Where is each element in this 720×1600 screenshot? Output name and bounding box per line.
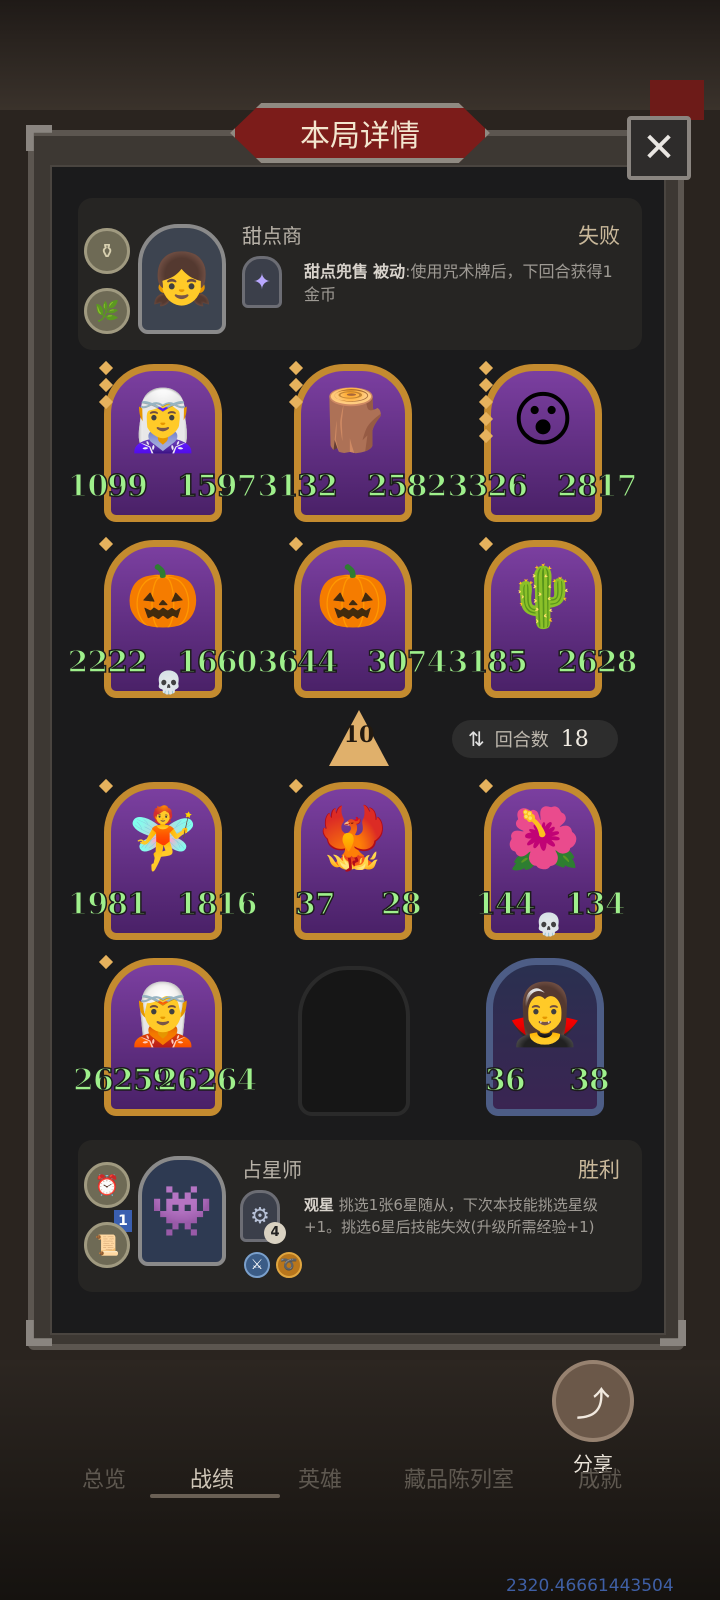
minion-health: 1660 bbox=[176, 644, 258, 681]
nav-tab-heroes[interactable]: 英雄 bbox=[298, 1462, 342, 1494]
star-diamonds bbox=[478, 536, 495, 556]
player-skill-text: 观星 挑选1张6星随从，下次本技能挑选星级+1。挑选6星后技能失效(升级所需经验… bbox=[304, 1194, 620, 1238]
minion-health: 26264 bbox=[156, 1062, 258, 1099]
minion-card[interactable]: 🎃 2222 1660 💀 bbox=[67, 536, 258, 698]
player-hero-portrait[interactable]: 👾 bbox=[138, 1156, 226, 1266]
minion-health: 3074 bbox=[366, 644, 448, 681]
minion-attack: 3326 bbox=[447, 468, 529, 505]
star-diamonds bbox=[288, 536, 305, 556]
share-icon: ⤴ bbox=[576, 1384, 610, 1425]
minion-card[interactable]: 😮 3326 2817 bbox=[447, 360, 638, 522]
minion-art: 🎃 bbox=[125, 562, 201, 632]
minion-art: 🎃 bbox=[315, 562, 391, 632]
nav-tab-achievements[interactable]: 成就 bbox=[578, 1462, 622, 1494]
opponent-hero-name: 甜点商 bbox=[242, 224, 302, 248]
nav-tab-collection[interactable]: 藏品陈列室 bbox=[404, 1462, 514, 1494]
clock-item-icon[interactable]: ⏰ bbox=[84, 1162, 130, 1208]
minion-health: 38 bbox=[568, 1062, 610, 1099]
minion-attack: 1099 bbox=[67, 468, 149, 505]
skill-type: 被动 bbox=[373, 262, 406, 281]
star-diamonds bbox=[288, 778, 305, 798]
minion-art: 😮 bbox=[511, 385, 575, 455]
nav-tab-overview[interactable]: 总览 bbox=[82, 1462, 126, 1494]
minion-health: 1816 bbox=[176, 886, 258, 923]
minion-art: 🌵 bbox=[505, 562, 581, 632]
garden-item-icon[interactable]: 🌿 bbox=[84, 288, 130, 334]
skull-icon: 💀 bbox=[155, 671, 183, 696]
minion-attack: 2222 bbox=[67, 644, 149, 681]
minion-art: 🐦‍🔥 bbox=[315, 804, 391, 874]
star-diamonds bbox=[98, 954, 115, 974]
minion-card[interactable]: 🌺 144 134 💀 bbox=[474, 778, 626, 940]
opponent-hero-portrait[interactable]: 👧 bbox=[138, 224, 226, 334]
empty-minion-slot bbox=[298, 966, 410, 1116]
minion-card[interactable]: 🐦‍🔥 37 28 bbox=[288, 778, 422, 940]
share-button[interactable]: ⤴ bbox=[552, 1360, 634, 1442]
minion-card[interactable]: 🌵 3185 2628 bbox=[447, 536, 638, 698]
minion-art: 🧝‍♀️ bbox=[125, 386, 201, 456]
minion-art: 🧚 bbox=[125, 804, 201, 874]
minion-card[interactable]: 🧛‍♀️ 36 38 bbox=[484, 958, 610, 1116]
minion-attack: 36 bbox=[484, 1062, 526, 1099]
skill-name: 甜点兜售 bbox=[304, 262, 369, 281]
minion-attack: 144 bbox=[474, 886, 536, 923]
minion-card[interactable]: 🪵 3132 2582 bbox=[257, 360, 448, 522]
trinket-icon[interactable]: ⚱ bbox=[84, 228, 130, 274]
minion-health: 1597 bbox=[176, 468, 258, 505]
minion-card[interactable]: 🧝 26259 26264 bbox=[72, 954, 258, 1116]
minion-card[interactable]: 🎃 3644 3074 bbox=[257, 536, 448, 698]
tier-value: 10 bbox=[343, 722, 375, 748]
minion-health: 2582 bbox=[366, 468, 448, 505]
horn-buff-icon[interactable]: ➰ bbox=[276, 1252, 302, 1278]
debug-coords: 2320.46661443504 bbox=[506, 1576, 674, 1596]
top-background bbox=[0, 0, 720, 110]
minion-art: 🧝 bbox=[125, 980, 201, 1050]
nav-tab-records[interactable]: 战绩 bbox=[190, 1462, 234, 1494]
minion-attack: 3644 bbox=[257, 644, 339, 681]
close-button[interactable]: ✕ bbox=[627, 116, 691, 180]
nav-active-indicator bbox=[150, 1494, 280, 1498]
rounds-value: 18 bbox=[560, 726, 589, 752]
minion-attack: 3185 bbox=[447, 644, 529, 681]
star-diamonds bbox=[98, 778, 115, 798]
player-hero-name: 占星师 bbox=[242, 1158, 302, 1182]
minion-art: 🪵 bbox=[315, 386, 391, 456]
opponent-skill-text: 甜点兜售 被动:使用咒术牌后，下回合获得1金币 bbox=[304, 260, 616, 306]
close-icon: ✕ bbox=[642, 125, 676, 171]
minion-card[interactable]: 🧝‍♀️ 1099 1597 bbox=[67, 360, 258, 522]
skull-icon: 💀 bbox=[535, 913, 563, 938]
minion-health: 28 bbox=[380, 886, 422, 923]
star-diamonds bbox=[478, 778, 495, 798]
minion-attack: 37 bbox=[294, 886, 336, 923]
rounds-label: 回合数 bbox=[494, 730, 549, 751]
minion-card[interactable]: 🧚 1981 1816 bbox=[67, 778, 258, 940]
opponent-result: 失败 bbox=[578, 224, 620, 248]
minion-art: 🧛‍♀️ bbox=[507, 980, 583, 1050]
minion-art: 🌺 bbox=[505, 804, 581, 874]
sword-buff-icon[interactable]: ⚔ bbox=[244, 1252, 270, 1278]
refresh-icon: ⇅ bbox=[468, 727, 485, 751]
book-item-icon[interactable]: 📜 bbox=[84, 1222, 130, 1268]
minion-health: 134 bbox=[564, 886, 626, 923]
opponent-skill-icon[interactable]: ✦ bbox=[242, 256, 282, 308]
skill-name: 观星 bbox=[304, 1196, 335, 1214]
skill-desc: 挑选1张6星随从，下次本技能挑选星级+1。挑选6星后技能失效(升级所需经验+1) bbox=[304, 1196, 598, 1236]
star-diamonds bbox=[98, 536, 115, 556]
minion-attack: 1981 bbox=[67, 886, 149, 923]
minion-health: 2628 bbox=[556, 644, 638, 681]
skill-level-badge: 4 bbox=[264, 1222, 286, 1244]
minion-health: 2817 bbox=[556, 468, 638, 505]
ribbon-decoration bbox=[650, 80, 704, 120]
player-result: 胜利 bbox=[578, 1158, 620, 1182]
rounds-counter: ⇅ 回合数 18 bbox=[452, 720, 618, 758]
dialog-title: 本局详情 bbox=[230, 103, 490, 163]
minion-attack: 3132 bbox=[257, 468, 339, 505]
